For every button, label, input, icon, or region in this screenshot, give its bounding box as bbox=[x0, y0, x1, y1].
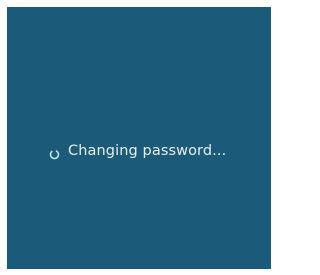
status-message: Changing password... bbox=[68, 142, 227, 159]
loading-spinner-icon bbox=[49, 147, 60, 159]
status-row: Changing password... bbox=[49, 138, 226, 164]
password-change-screen: Changing password... bbox=[7, 7, 271, 269]
